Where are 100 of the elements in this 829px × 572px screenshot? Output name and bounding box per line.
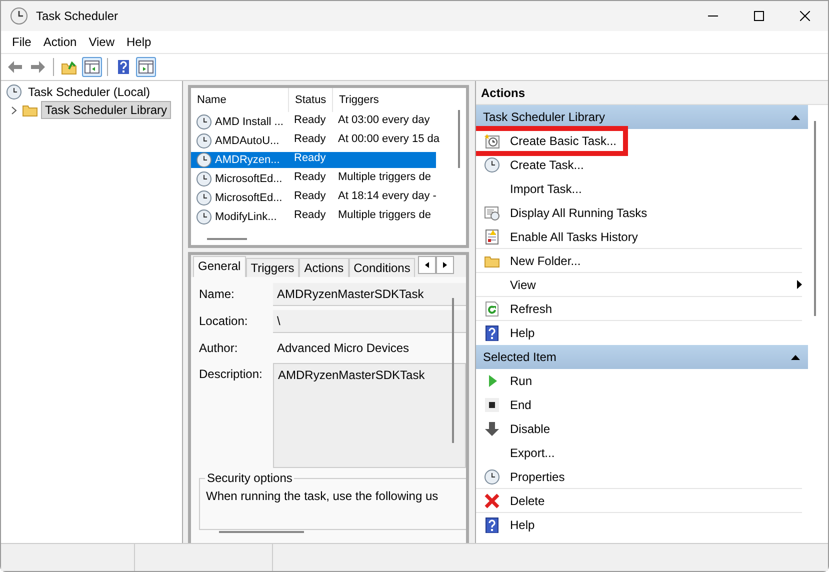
help-icon: [484, 325, 500, 341]
pane-command[interactable]: View: [510, 278, 787, 292]
clock-icon: [196, 190, 212, 206]
menu-item[interactable]: Help: [120, 35, 158, 49]
field-value: Advanced Micro Devices: [276, 340, 410, 357]
task-row[interactable]: AMD Install ... Ready At 03:00 every day: [191, 114, 461, 130]
pane-command[interactable]: Export...: [510, 446, 802, 460]
task-triggers: Multiple triggers de: [337, 170, 432, 184]
forward-icon: [30, 59, 46, 75]
field-label: Name:: [199, 286, 236, 301]
scrollbar-thumb[interactable]: [458, 110, 460, 168]
column-header[interactable]: Triggers: [333, 88, 461, 112]
folder-up-icon: [61, 59, 77, 75]
section-title: Selected Item: [483, 350, 556, 364]
pane-command[interactable]: Enable All Tasks History: [510, 230, 802, 244]
task-row[interactable]: AMDAutoU... Ready At 00:00 every 15 da: [191, 132, 461, 148]
task-name: MicrosoftEd...: [215, 190, 282, 204]
history-log-icon: [484, 228, 500, 244]
scrollbar-thumb[interactable]: [452, 298, 454, 443]
section-header[interactable]: Task Scheduler Library: [476, 105, 808, 129]
running-tasks-icon: [484, 205, 500, 221]
tab[interactable]: General: [193, 256, 246, 277]
stop-icon: [484, 397, 500, 413]
task-triggers: At 03:00 every day: [337, 114, 431, 128]
submenu-arrow-icon: [797, 280, 802, 289]
tab[interactable]: Actions: [299, 258, 349, 277]
tab-scroll-right[interactable]: [436, 256, 454, 274]
menu-item[interactable]: View: [82, 35, 120, 49]
task-name: AMD Install ...: [215, 114, 284, 128]
back-icon: [7, 59, 23, 75]
clock-icon: [196, 170, 212, 186]
task-name: ModifyLink...: [215, 210, 277, 224]
pane-command[interactable]: Properties: [510, 470, 802, 484]
clock-icon: [484, 157, 500, 173]
task-triggers: Multiple triggers de: [337, 208, 432, 222]
task-row[interactable]: MicrosoftEd... Ready Multiple triggers de: [191, 170, 461, 186]
column-header[interactable]: Name: [191, 88, 289, 112]
action-pane-icon: [138, 59, 154, 75]
section-header[interactable]: Selected Item: [476, 345, 808, 369]
task-row[interactable]: MicrosoftEd... Ready At 18:14 every day -: [191, 190, 461, 206]
input-field[interactable]: AMDRyzenMasterSDKTask: [273, 283, 466, 306]
left-arrow-icon: [425, 262, 430, 268]
menu-item[interactable]: File: [6, 35, 38, 49]
clock-icon: [6, 84, 22, 100]
delete-icon: [484, 492, 500, 508]
pane-title: Actions: [476, 81, 828, 105]
task-row[interactable]: ModifyLink... Ready Multiple triggers de: [191, 208, 461, 224]
pane-command[interactable]: Import Task...: [510, 182, 802, 196]
tab-scroll-left[interactable]: [418, 256, 436, 274]
collapse-caret-icon[interactable]: [11, 106, 17, 114]
pane-command[interactable]: Run: [510, 374, 802, 388]
pane-command[interactable]: Refresh: [510, 302, 802, 316]
clock-icon: [196, 132, 212, 148]
task-name: AMDAutoU...: [215, 134, 280, 148]
task-status: Ready: [293, 132, 327, 146]
clock-icon: [196, 114, 212, 130]
scrollbar-thumb[interactable]: [814, 121, 816, 316]
task-status: Ready: [293, 208, 327, 222]
text-area[interactable]: AMDRyzenMasterSDKTask: [273, 363, 466, 468]
pane-command[interactable]: Display All Running Tasks: [510, 206, 802, 220]
clock-icon: [10, 7, 28, 25]
scrollbar-thumb[interactable]: [219, 531, 304, 533]
pane-command[interactable]: Create Basic Task...: [510, 134, 802, 148]
tab[interactable]: Triggers: [246, 258, 300, 277]
task-name: AMDRyzen...: [215, 152, 280, 166]
field-label: Description:: [199, 366, 264, 381]
tree-item[interactable]: Task Scheduler (Local): [25, 84, 154, 100]
task-triggers: At 00:00 every 15 da: [337, 132, 441, 146]
pane-toggle-icon: [84, 59, 100, 75]
tab[interactable]: Conditions: [348, 258, 416, 277]
help-icon: [115, 59, 131, 75]
task-status: Ready: [293, 152, 327, 166]
right-arrow-icon: [443, 262, 448, 268]
pane-command[interactable]: Delete: [510, 494, 802, 508]
group-title: Security options: [205, 471, 294, 485]
pane-command[interactable]: End: [510, 398, 802, 412]
task-triggers: At 18:14 every day -: [337, 190, 438, 204]
pane-command[interactable]: New Folder...: [510, 254, 802, 268]
help-icon: [484, 517, 500, 533]
tree-item[interactable]: Task Scheduler Library: [41, 101, 172, 119]
clock-icon: [196, 208, 212, 224]
section-title: Task Scheduler Library: [483, 110, 606, 124]
menu-item[interactable]: Action: [37, 35, 83, 49]
selected-row[interactable]: AMDRyzen... Ready: [191, 152, 436, 168]
pane-command[interactable]: Help: [510, 518, 802, 532]
column-header[interactable]: Status: [289, 88, 333, 112]
pane-command[interactable]: Create Task...: [510, 158, 802, 172]
scrollbar-thumb[interactable]: [207, 238, 247, 240]
pane-command[interactable]: Help: [510, 326, 802, 340]
action-pane-button[interactable]: [136, 57, 156, 77]
refresh-icon: [484, 300, 500, 316]
input-field[interactable]: \: [273, 310, 466, 333]
security-text: When running the task, use the following us: [206, 489, 440, 503]
clock-wizard-icon: [484, 133, 500, 149]
pane-toggle-button[interactable]: [82, 57, 102, 77]
window-title: Task Scheduler: [36, 9, 120, 23]
pane-command[interactable]: Disable: [510, 422, 802, 436]
maximize-icon: [754, 11, 764, 21]
field-label: Author:: [199, 340, 239, 355]
field-label: Location:: [199, 313, 249, 328]
